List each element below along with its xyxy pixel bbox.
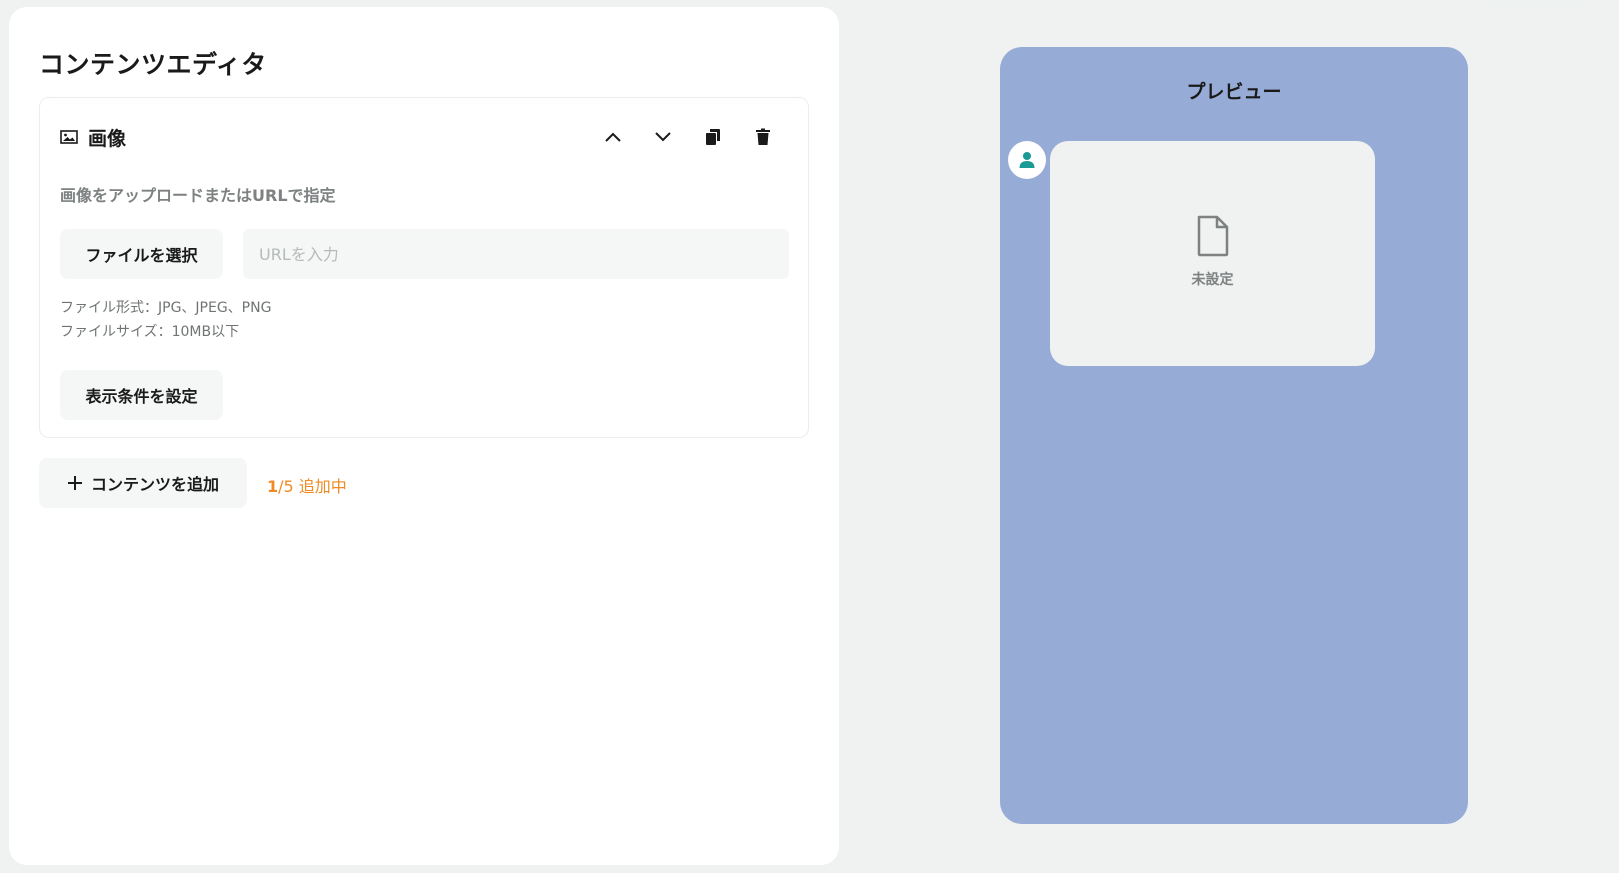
url-input[interactable]	[243, 229, 789, 279]
file-format-note: ファイル形式：JPG、JPEG、PNG	[60, 300, 272, 316]
content-count-suffix: /5 追加中	[278, 477, 347, 496]
display-condition-button[interactable]: 表示条件を設定	[60, 370, 223, 420]
move-up-button[interactable]	[588, 122, 638, 152]
block-header: 画像	[60, 124, 126, 150]
move-down-button[interactable]	[638, 122, 688, 152]
copy-icon	[706, 129, 720, 145]
delete-button[interactable]	[738, 122, 788, 152]
preview-title: プレビュー	[1186, 81, 1282, 103]
block-actions	[588, 122, 788, 152]
chevron-up-icon	[605, 132, 621, 142]
trash-icon	[756, 128, 770, 145]
duplicate-button[interactable]	[688, 122, 738, 152]
preview-image-card: 未設定	[1050, 141, 1375, 366]
block-description: 画像をアップロードまたはURLで指定	[60, 186, 336, 205]
content-count: 1/5 追加中	[267, 473, 347, 497]
file-size-note: ファイルサイズ：10MB以下	[60, 324, 240, 340]
unset-label: 未設定	[1191, 272, 1234, 288]
content-count-current: 1	[267, 477, 279, 496]
select-file-button[interactable]: ファイルを選択	[60, 229, 223, 279]
add-content-label: コンテンツを追加	[90, 475, 219, 494]
avatar	[1008, 141, 1046, 179]
preview-panel: プレビュー 未設定	[1000, 47, 1468, 824]
image-content-block: 画像 画像をアップロードまたはURLで指定 ファイルを選択 URLを入力 ファイ…	[39, 97, 809, 438]
image-icon	[60, 130, 78, 144]
chevron-down-icon	[655, 132, 671, 142]
plus-icon	[67, 476, 82, 490]
file-icon	[1197, 215, 1229, 257]
editor-title: コンテンツエディタ	[39, 50, 267, 79]
corner-decoration	[1490, 0, 1590, 6]
user-icon	[1019, 152, 1035, 168]
content-editor-panel: コンテンツエディタ 画像 画像をアップロードまたはURLで指定 ファイルを選択 …	[9, 7, 839, 865]
block-type-label: 画像	[88, 127, 127, 150]
add-content-button[interactable]: コンテンツを追加	[39, 458, 247, 508]
